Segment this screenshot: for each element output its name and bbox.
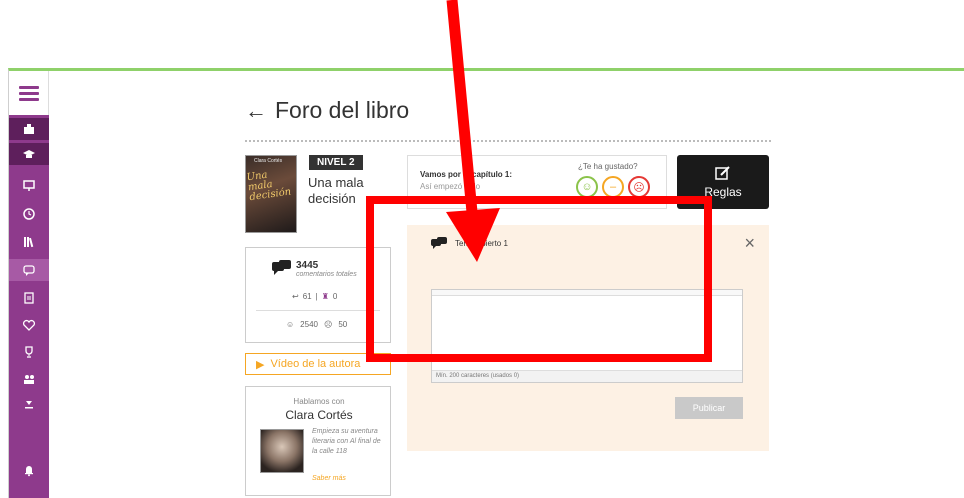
author-description: Empieza su aventura literaria con Al fin…	[312, 428, 381, 455]
video-label: Vídeo de la autora	[270, 358, 361, 370]
comment-count-label: comentarios totales	[296, 271, 357, 278]
sad-face-icon[interactable]: ☹	[628, 176, 650, 198]
back-arrow-icon[interactable]: ←	[245, 98, 267, 124]
dislike-count: 50	[338, 320, 348, 329]
publish-button[interactable]: Publicar	[675, 397, 743, 419]
highlight-box	[366, 196, 712, 362]
dotted-divider	[245, 140, 771, 142]
clock-icon[interactable]	[9, 203, 49, 225]
document-icon[interactable]	[9, 287, 49, 309]
chapter-subtitle: Así empezó todo	[420, 182, 481, 191]
badge-count: 0	[332, 292, 338, 301]
trophy-icon[interactable]	[9, 341, 49, 363]
cover-author: Clara Cortés	[254, 158, 283, 164]
graduation-cap-icon[interactable]	[9, 143, 49, 165]
page-title: ← Foro del libro	[245, 97, 409, 124]
chat-icon[interactable]	[9, 259, 49, 281]
read-more-link[interactable]: Saber más	[312, 475, 346, 482]
stats-divider: |	[315, 292, 318, 301]
comment-count: 3445	[296, 260, 319, 271]
page-title-text: Foro del libro	[275, 97, 410, 123]
play-icon: ▶	[256, 358, 265, 371]
menu-button[interactable]	[9, 71, 49, 115]
cover-title: Una mala decisión	[246, 169, 292, 204]
neutral-face-icon[interactable]: –	[602, 176, 624, 198]
bell-icon[interactable]	[9, 459, 49, 481]
school-icon[interactable]	[9, 118, 49, 140]
chapter-title: Vamos por el capítulo 1:	[420, 170, 513, 179]
author-name: Clara Cortés	[285, 408, 353, 422]
author-card: Hablamos con Clara Cortés Empieza su ave…	[245, 386, 391, 496]
stats-separator	[256, 310, 380, 311]
users-icon[interactable]	[9, 368, 49, 390]
comments-icon	[272, 260, 291, 275]
author-intro: Hablamos con	[293, 397, 345, 406]
happy-face-icon[interactable]: ☺	[576, 176, 598, 198]
sidebar	[9, 71, 49, 498]
hamburger-icon	[18, 85, 39, 101]
like-count: 2540	[300, 320, 318, 329]
reply-icon: ↩	[292, 292, 299, 301]
library-icon[interactable]	[9, 231, 49, 253]
close-icon[interactable]: ×	[744, 233, 755, 254]
level-badge: NIVEL 2	[309, 155, 363, 170]
reply-count: 61	[302, 292, 312, 301]
edit-icon	[715, 166, 730, 180]
badge-icon: ♜	[321, 292, 329, 301]
smile-icon: ☺	[286, 320, 295, 329]
rating-question: ¿Te ha gustado?	[578, 162, 638, 171]
heart-icon[interactable]	[9, 314, 49, 336]
character-counter: Mín. 200 caracteres (usados 0)	[432, 370, 742, 382]
book-cover[interactable]: Clara Cortés Una mala decisión	[245, 155, 297, 233]
presentation-icon[interactable]	[9, 175, 49, 197]
download-icon[interactable]	[9, 392, 49, 414]
author-photo	[260, 429, 304, 473]
frown-icon: ☹	[323, 320, 333, 329]
